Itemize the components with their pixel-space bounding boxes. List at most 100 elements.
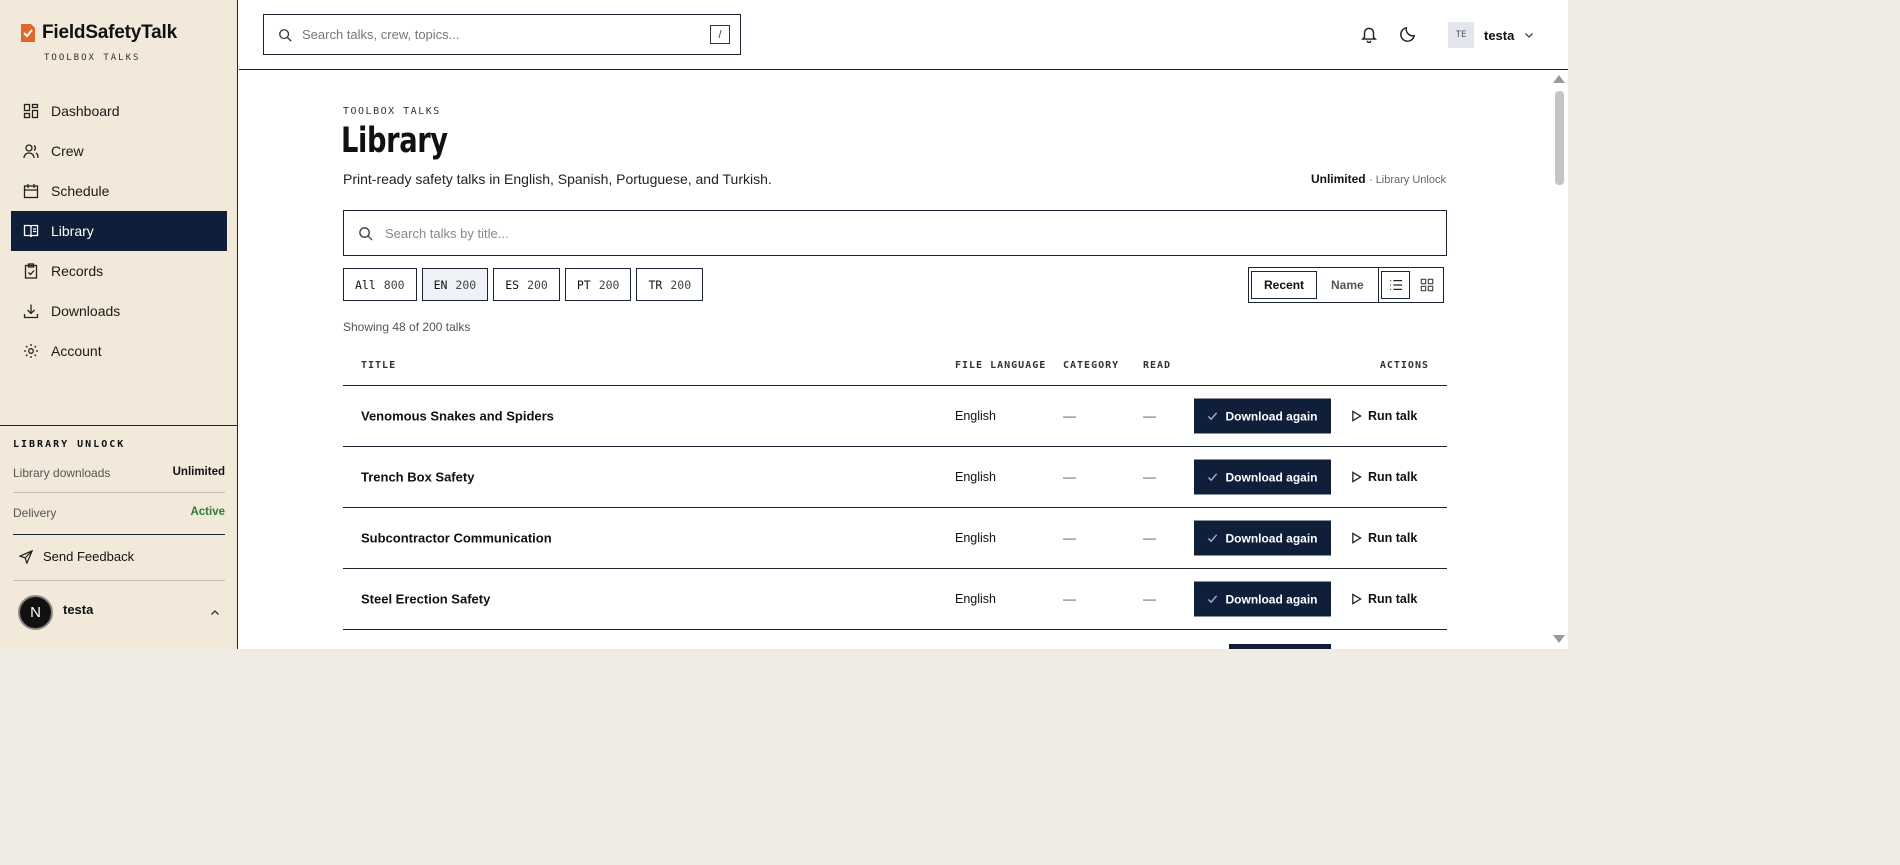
play-icon [1352,532,1362,544]
sidebar-item-crew[interactable]: Crew [11,131,227,171]
chip-count: 200 [598,277,620,292]
check-icon [1208,534,1218,543]
topbar: Search talks, crew, topics... / TE testa [239,0,1568,70]
divider [13,580,225,581]
talk-title[interactable]: Venomous Snakes and Spiders [361,409,554,424]
talk-read: — [1143,469,1156,485]
global-search-input[interactable]: Search talks, crew, topics... / [263,14,741,55]
talk-title[interactable]: Steel Erection Safety [361,592,490,607]
sidebar-nav: Dashboard Crew Schedule Library Records … [11,91,227,371]
filter-chip-es[interactable]: ES 200 [493,268,560,301]
download-again-button[interactable]: Download again [1194,520,1331,556]
play-icon [1352,410,1362,422]
list-view-button[interactable] [1381,271,1410,299]
download-again-button-partial[interactable] [1229,644,1331,649]
chip-code: ES [505,277,520,292]
talk-category: — [1063,408,1076,424]
grid-view-button[interactable] [1412,271,1441,299]
col-category: CATEGORY [1063,360,1120,371]
talk-read: — [1143,408,1156,424]
filter-chip-en[interactable]: EN 200 [421,268,489,301]
dashboard-icon [23,103,39,119]
delivery-status: Active [190,506,225,518]
clipboard-icon [24,263,38,279]
talk-language: English [955,470,996,484]
run-talk-button[interactable]: Run talk [1351,409,1417,423]
plan-note: · Library Unlock [1368,174,1446,186]
chip-code: EN [433,277,448,292]
table-header: TITLE FILE LANGUAGE CATEGORY READ ACTION… [343,346,1447,386]
sidebar-item-library[interactable]: Library [11,211,227,251]
search-shortcut-key: / [710,25,730,44]
chevron-up-icon [211,609,219,615]
download-label: Download again [1225,470,1318,484]
sort-name-button[interactable]: Name [1319,271,1376,299]
library-downloads-label: Library downloads [13,466,111,480]
calendar-icon [23,184,39,199]
filter-chip-tr[interactable]: TR 200 [636,268,704,301]
filter-chip-pt[interactable]: PT 200 [564,268,632,301]
brand[interactable]: FieldSafetyTalk [20,22,177,44]
col-file-language: FILE LANGUAGE [955,360,1047,371]
download-again-button[interactable]: Download again [1194,398,1331,434]
sidebar-item-schedule[interactable]: Schedule [11,171,227,211]
chip-code: TR [648,277,663,292]
avatar: TE [1448,22,1474,48]
scrollbar-thumb[interactable] [1555,91,1564,185]
main-content: TOOLBOX TALKS Library Print-ready safety… [239,71,1568,649]
library-search-input[interactable]: Search talks by title... [343,210,1447,256]
talk-title[interactable]: Trench Box Safety [361,470,474,485]
download-again-button[interactable]: Download again [1194,459,1331,495]
sidebar-item-dashboard[interactable]: Dashboard [11,91,227,131]
scroll-up-arrow[interactable] [1553,75,1565,83]
language-filter-group: All 800 EN 200 ES 200 PT 200 TR 200 [343,268,704,301]
filter-chip-all[interactable]: All 800 [343,268,417,301]
scrollbar[interactable] [1550,71,1568,649]
talk-language: English [955,592,996,606]
bell-icon[interactable] [1360,25,1378,43]
view-toggle [1378,267,1444,303]
run-talk-button[interactable]: Run talk [1351,470,1417,484]
col-read: READ [1143,360,1172,371]
sidebar-user-menu[interactable]: N testa [18,595,220,630]
run-talk-button[interactable]: Run talk [1351,592,1417,606]
talk-category: — [1063,591,1076,607]
sidebar-divider [0,425,238,426]
list-icon [1389,280,1402,290]
table-row: Subcontractor Communication English — — … [343,508,1447,569]
play-icon [1352,471,1362,483]
talk-title[interactable]: Subcontractor Communication [361,531,552,546]
sort-recent-button[interactable]: Recent [1251,271,1318,299]
plan-name: Unlimited [1310,172,1366,186]
run-label: Run talk [1368,409,1418,423]
chevron-down-icon [1525,33,1534,38]
gear-icon [24,344,38,358]
sidebar-item-records[interactable]: Records [11,251,227,291]
col-title[interactable]: TITLE [361,360,396,371]
chip-count: 200 [455,277,477,292]
chip-count: 200 [670,277,692,292]
send-feedback-button[interactable]: Send Feedback [19,549,134,564]
talk-language: English [955,409,996,423]
moon-icon[interactable] [1399,25,1417,43]
user-menu-button[interactable]: TE testa [1448,22,1534,48]
sidebar-item-label: Schedule [51,183,110,199]
page-subtitle: Print-ready safety talks in English, Spa… [343,171,772,187]
delivery-label: Delivery [13,506,57,520]
check-icon [1208,595,1218,604]
run-talk-button[interactable]: Run talk [1351,531,1417,545]
download-icon [23,304,39,319]
check-icon [1208,473,1218,482]
divider [13,534,225,535]
col-actions: ACTIONS [1379,360,1429,371]
download-again-button[interactable]: Download again [1194,581,1331,617]
chip-count: 200 [527,277,548,292]
library-search-placeholder: Search talks by title... [385,225,509,241]
talk-language: English [955,531,996,545]
check-icon [1208,412,1218,421]
sidebar-item-account[interactable]: Account [11,331,227,371]
sidebar-item-label: Crew [51,143,84,159]
download-label: Download again [1225,409,1318,423]
sidebar-item-downloads[interactable]: Downloads [11,291,227,331]
scroll-down-arrow[interactable] [1553,635,1565,643]
